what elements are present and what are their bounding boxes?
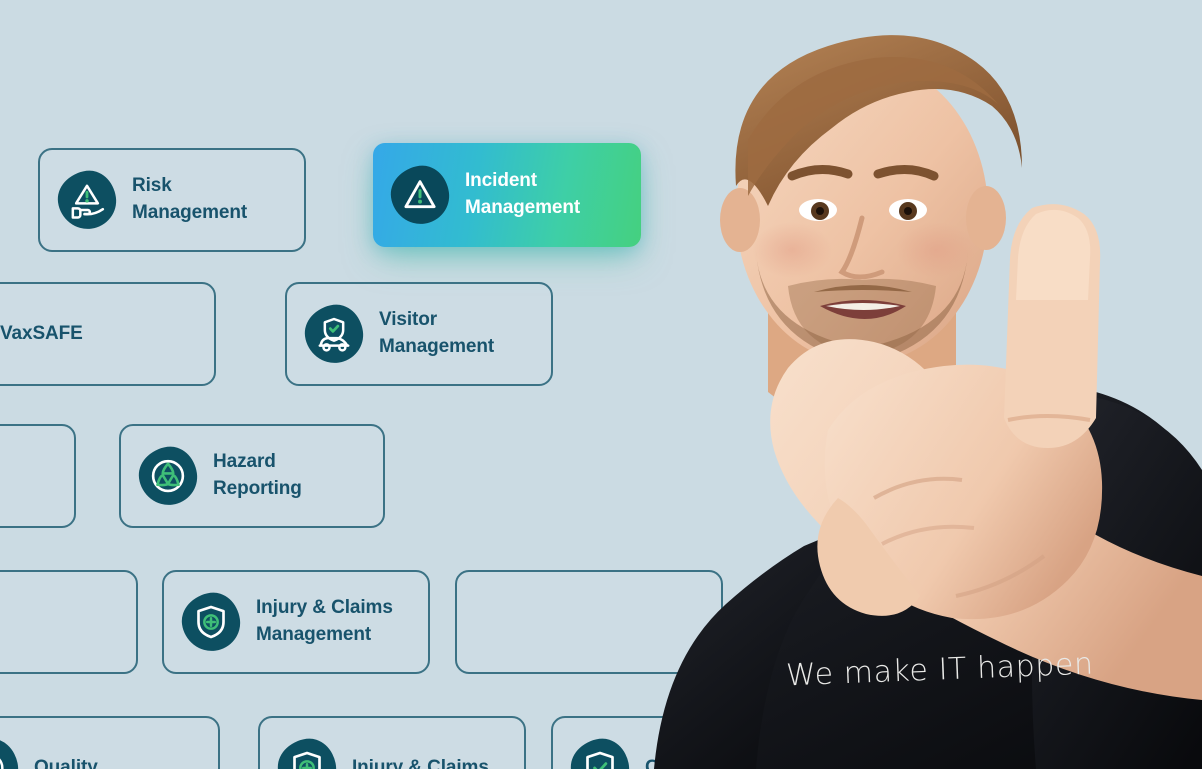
module-card-injury-claims-management[interactable]: Injury & Claims Management xyxy=(162,570,430,674)
shield-plus-icon xyxy=(274,735,340,769)
shirt-slogan: We make IT happen xyxy=(785,646,1095,694)
shield-plus-icon-glyph xyxy=(182,593,240,651)
hand-holding-warning-triangle-icon xyxy=(54,167,120,233)
module-card-vaxsafe[interactable]: VaxSAFE xyxy=(0,282,216,386)
biohazard-icon-glyph xyxy=(139,447,197,505)
shield-check-icon xyxy=(567,735,633,769)
module-card-label: Visitor Management xyxy=(379,309,495,357)
module-card-hazard-reporting[interactable]: Hazard Reporting xyxy=(119,424,385,528)
shield-plus-icon xyxy=(178,589,244,655)
module-card-risk-management[interactable]: Risk Management xyxy=(38,148,306,252)
shield-check-car-icon-glyph xyxy=(305,305,363,363)
module-card-label: Injury & Claims xyxy=(352,756,489,769)
module-card-label: VaxSAFE xyxy=(0,322,83,344)
hand-holding-warning-triangle-icon-glyph xyxy=(58,171,116,229)
module-card-hidden-behind-arm[interactable] xyxy=(455,570,723,674)
module-card-label: Hazard Reporting xyxy=(213,451,302,499)
shield-check-icon-glyph xyxy=(571,739,629,769)
module-card-incident-management[interactable]: Incident Management xyxy=(373,143,641,247)
module-card-c-module-bottom[interactable]: C xyxy=(551,716,819,769)
biohazard-icon xyxy=(135,443,201,509)
shield-plus-icon-glyph xyxy=(278,739,336,769)
module-card-partial-management-left[interactable]: ent xyxy=(0,424,76,528)
module-card-quality-management-left[interactable]: ality nagement xyxy=(0,570,138,674)
warning-triangle-icon xyxy=(387,162,453,228)
module-card-label: Injury & Claims Management xyxy=(256,597,393,645)
star-badge-icon xyxy=(0,735,22,769)
module-card-label: Risk Management xyxy=(132,175,248,223)
warning-triangle-icon-glyph xyxy=(391,166,449,224)
module-card-visitor-management[interactable]: Visitor Management xyxy=(285,282,553,386)
star-badge-icon-glyph xyxy=(0,739,18,769)
module-card-label: Incident Management xyxy=(465,170,581,218)
module-card-label: Quality xyxy=(34,756,98,769)
module-selector-scene: Risk Management Incident Management VaxS… xyxy=(0,0,1202,769)
module-card-label: C xyxy=(645,756,659,769)
shield-check-car-icon xyxy=(301,301,367,367)
module-card-injury-claims-bottom[interactable]: Injury & Claims xyxy=(258,716,526,769)
module-card-quality[interactable]: Quality xyxy=(0,716,220,769)
